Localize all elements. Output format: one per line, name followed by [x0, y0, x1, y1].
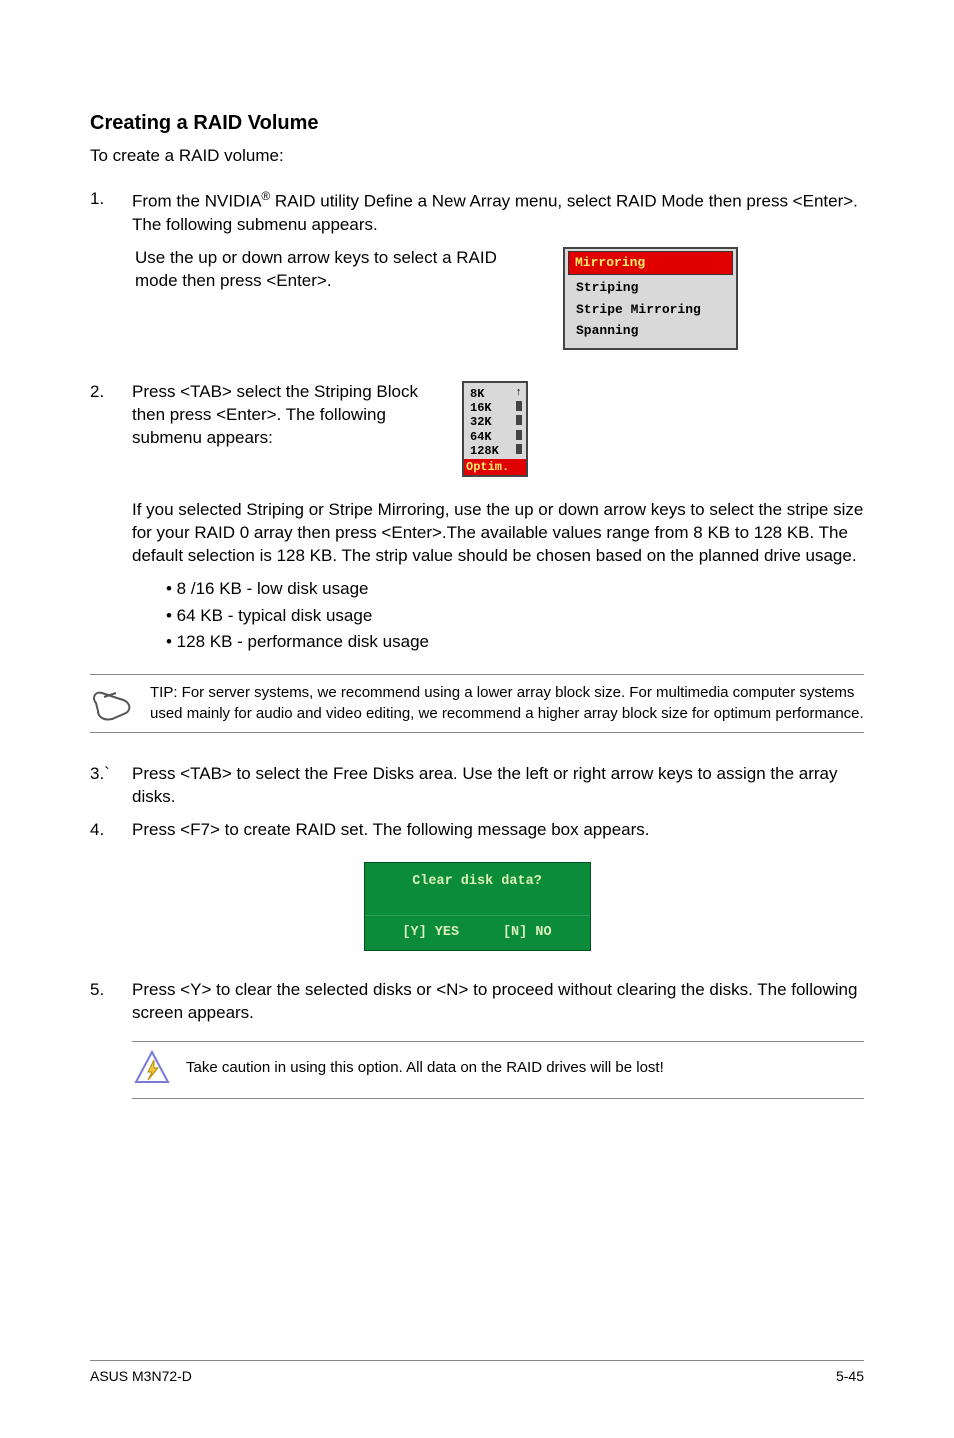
- step-number: 2.: [90, 381, 132, 404]
- step-5-text: Press <Y> to clear the selected disks or…: [132, 979, 864, 1025]
- footer-right: 5-45: [836, 1367, 864, 1386]
- raid-mode-option: Striping: [568, 277, 733, 299]
- stripe-explanation: If you selected Striping or Stripe Mirro…: [90, 499, 864, 659]
- scrollbar-thumb: [516, 415, 522, 425]
- scrollbar-thumb: [516, 401, 522, 411]
- section-heading: Creating a RAID Volume: [90, 110, 864, 137]
- step-5: 5. Press <Y> to clear the selected disks…: [90, 979, 864, 1025]
- stripe-paragraph: If you selected Striping or Stripe Mirro…: [132, 499, 864, 568]
- raid-mode-option: Stripe Mirroring: [568, 299, 733, 321]
- stripe-option: 32K: [470, 415, 492, 429]
- stripe-option: 16K: [470, 401, 492, 415]
- caution-text: Take caution in using this option. All d…: [186, 1050, 664, 1078]
- clear-disk-dialog: Clear disk data? [Y] YES [N] NO: [364, 862, 591, 951]
- raid-mode-menu: Mirroring Striping Stripe Mirroring Span…: [563, 247, 738, 349]
- dialog-no-option: [N] NO: [503, 924, 552, 942]
- stripe-size-menu: 8K ↑ 16K 32K 64K 128K Optim.: [462, 381, 528, 477]
- step-number: 3.`: [90, 763, 132, 786]
- stripe-option: 8K: [470, 387, 484, 401]
- raid-mode-option: Spanning: [568, 320, 733, 342]
- page-footer: ASUS M3N72-D 5-45: [90, 1360, 864, 1386]
- step-1: 1. From the NVIDIA® RAID utility Define …: [90, 188, 864, 353]
- bullet-item: • 64 KB - typical disk usage: [166, 605, 864, 628]
- intro-text: To create a RAID volume:: [90, 145, 864, 168]
- stripe-option: 64K: [470, 430, 492, 444]
- scrollbar-thumb: [516, 430, 522, 440]
- step-3: 3.` Press <TAB> to select the Free Disks…: [90, 763, 864, 809]
- step-number: 1.: [90, 188, 132, 211]
- step-4: 4. Press <F7> to create RAID set. The fo…: [90, 819, 864, 842]
- caution-callout: Take caution in using this option. All d…: [132, 1041, 864, 1099]
- step-number: 4.: [90, 819, 132, 842]
- footer-left: ASUS M3N72-D: [90, 1367, 192, 1386]
- step-1-text: From the NVIDIA® RAID utility Define a N…: [132, 188, 864, 237]
- dialog-yes-option: [Y] YES: [402, 924, 459, 942]
- stripe-option-selected: Optim.: [464, 459, 526, 475]
- hand-point-icon: [90, 683, 136, 723]
- step-3-text: Press <TAB> to select the Free Disks are…: [132, 763, 864, 809]
- tip-text: TIP: For server systems, we recommend us…: [150, 683, 864, 724]
- step-number: 5.: [90, 979, 132, 1002]
- step-4-text: Press <F7> to create RAID set. The follo…: [132, 819, 864, 842]
- step-2-text: Press <TAB> select the Striping Block th…: [132, 381, 432, 450]
- stripe-option: 128K: [470, 444, 499, 458]
- up-arrow-icon: ↑: [515, 387, 522, 401]
- step-1-paragraph: Use the up or down arrow keys to select …: [134, 246, 560, 350]
- bullet-item: • 128 KB - performance disk usage: [166, 631, 864, 654]
- caution-lightning-icon: [132, 1050, 172, 1090]
- dialog-title: Clear disk data?: [365, 863, 590, 915]
- scrollbar-thumb: [516, 444, 522, 454]
- tip-callout: TIP: For server systems, we recommend us…: [90, 674, 864, 733]
- step-2: 2. Press <TAB> select the Striping Block…: [90, 381, 864, 477]
- bullet-item: • 8 /16 KB - low disk usage: [166, 578, 864, 601]
- raid-mode-selected: Mirroring: [568, 251, 733, 275]
